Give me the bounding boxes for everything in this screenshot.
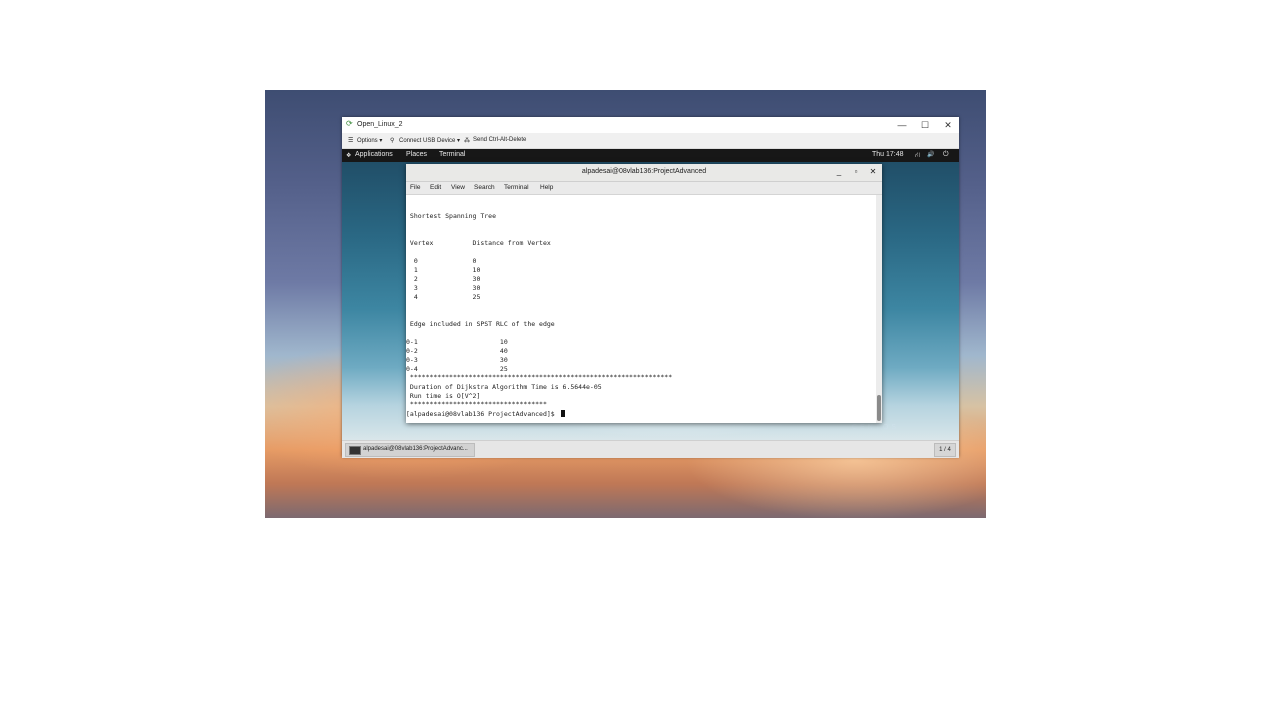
menu-terminal[interactable]: Terminal xyxy=(504,184,529,191)
vm-titlebar: ⟳ Open_Linux_2 — ☐ ✕ xyxy=(342,117,959,133)
text-cursor xyxy=(560,410,565,417)
vm-window-title: Open_Linux_2 xyxy=(357,121,403,128)
output-duration: Duration of Dijkstra Algorithm Time is 6… xyxy=(406,383,602,391)
applications-menu[interactable]: Applications xyxy=(355,151,393,158)
output-table-header: Vertex Distance from Vertex xyxy=(406,239,551,247)
output-vertex-row: 4 25 xyxy=(406,293,481,301)
taskbar-item-label: alpadesai@08vlab136:ProjectAdvanc... xyxy=(363,446,468,452)
keyboard-icon: ⁂ xyxy=(464,138,470,144)
terminal-title: alpadesai@08vlab136:ProjectAdvanced xyxy=(581,168,707,175)
output-edge-row: 0-2 40 xyxy=(406,347,508,355)
guest-screen: ❖ Applications Places Terminal Thu 17:48… xyxy=(342,149,959,440)
terminal-close-button[interactable]: ✕ xyxy=(868,167,878,176)
terminal-menu[interactable]: Terminal xyxy=(439,151,465,158)
output-edge-row: 0-3 30 xyxy=(406,356,508,364)
centos-brand: CENTOS xyxy=(852,424,900,431)
power-icon[interactable]: ⏻ xyxy=(943,151,949,159)
terminal-window: alpadesai@08vlab136:ProjectAdvanced _ ▫ … xyxy=(406,164,882,423)
gnome-bottom-taskbar: alpadesai@08vlab136:ProjectAdvanc... 1 /… xyxy=(342,440,959,458)
terminal-menubar: File Edit View Search Terminal Help xyxy=(406,182,882,195)
terminal-scrollbar[interactable] xyxy=(876,195,882,423)
places-menu[interactable]: Places xyxy=(406,151,427,158)
menu-edit[interactable]: Edit xyxy=(430,184,441,191)
options-menu-icon: ☰ xyxy=(348,138,354,144)
shell-prompt-line[interactable]: [alpadesai@08vlab136 ProjectAdvanced]$ xyxy=(406,410,565,418)
output-separator: *********************************** xyxy=(406,400,547,408)
connect-usb-button[interactable]: Connect USB Device ▾ xyxy=(399,137,460,144)
terminal-icon xyxy=(349,446,361,455)
terminal-minimize-button[interactable]: _ xyxy=(834,167,844,176)
menu-file[interactable]: File xyxy=(410,184,420,191)
vm-app-icon: ⟳ xyxy=(346,119,353,128)
close-button[interactable]: ✕ xyxy=(939,118,957,132)
output-vertex-row: 1 10 xyxy=(406,266,481,274)
workspace-pager[interactable]: 1 / 4 xyxy=(934,443,956,457)
network-icon[interactable]: ⛙ xyxy=(915,151,920,160)
output-runtime: Run time is O[V^2] xyxy=(406,392,481,400)
output-separator: ****************************************… xyxy=(406,373,673,381)
scrollbar-thumb[interactable] xyxy=(877,395,881,421)
usb-icon: ⚲ xyxy=(390,138,395,144)
terminal-maximize-button[interactable]: ▫ xyxy=(851,167,861,176)
shell-prompt: [alpadesai@08vlab136 ProjectAdvanced]$ xyxy=(406,410,559,418)
send-ctrl-alt-delete-button[interactable]: Send Ctrl-Alt-Delete xyxy=(473,137,526,143)
minimize-button[interactable]: — xyxy=(893,118,911,132)
terminal-titlebar: alpadesai@08vlab136:ProjectAdvanced _ ▫ … xyxy=(406,164,882,182)
output-vertex-row: 2 30 xyxy=(406,275,481,283)
output-heading: Shortest Spanning Tree xyxy=(406,212,497,220)
output-edge-row: 0-4 25 xyxy=(406,365,508,373)
terminal-output[interactable]: Shortest Spanning Tree Vertex Distance f… xyxy=(406,195,876,423)
clock[interactable]: Thu 17:48 xyxy=(872,151,904,158)
menu-help[interactable]: Help xyxy=(540,184,553,191)
vm-toolbar: ☰ Options ▾ ⚲ Connect USB Device ▾ ⁂ Sen… xyxy=(342,133,959,149)
menu-view[interactable]: View xyxy=(451,184,465,191)
output-edges-header: Edge included in SPST RLC of the edge xyxy=(406,320,555,328)
maximize-button[interactable]: ☐ xyxy=(916,118,934,132)
menu-search[interactable]: Search xyxy=(474,184,495,191)
vm-window: ⟳ Open_Linux_2 — ☐ ✕ ☰ Options ▾ ⚲ Conne… xyxy=(342,117,959,458)
taskbar-terminal-item[interactable]: alpadesai@08vlab136:ProjectAdvanc... xyxy=(345,443,475,457)
volume-icon[interactable]: 🔊 xyxy=(927,151,934,158)
applications-icon: ❖ xyxy=(346,153,352,159)
output-vertex-row: 3 30 xyxy=(406,284,481,292)
output-edge-row: 0-1 10 xyxy=(406,338,508,346)
gnome-top-panel: ❖ Applications Places Terminal Thu 17:48… xyxy=(342,149,959,162)
options-menu-button[interactable]: Options ▾ xyxy=(357,137,382,144)
output-vertex-row: 0 0 xyxy=(406,257,477,265)
